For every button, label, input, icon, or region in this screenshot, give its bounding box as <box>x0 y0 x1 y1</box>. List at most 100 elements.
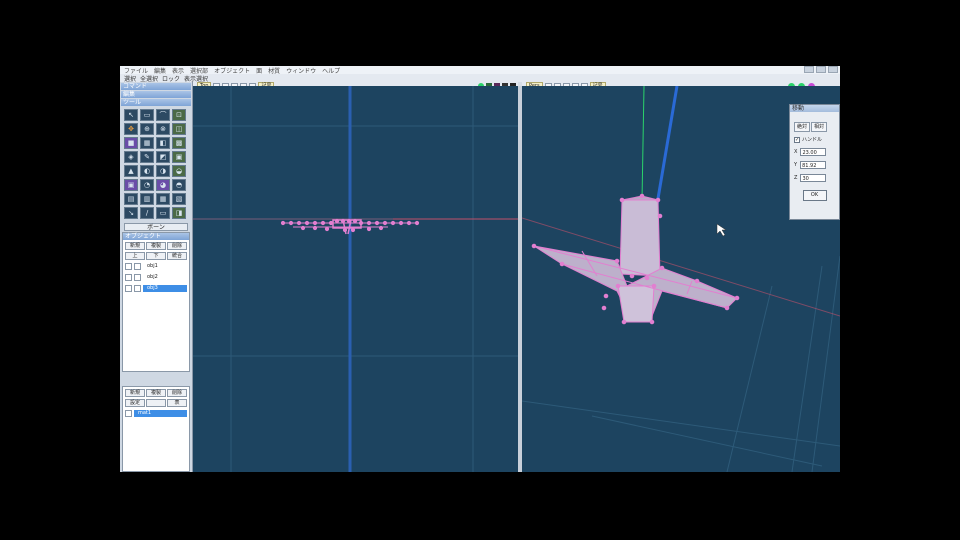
material-checkbox[interactable] <box>125 410 132 417</box>
x-axis-label: X <box>794 149 798 155</box>
selection-toolbar: 選択 全選択 ロック 表示選択 <box>120 74 840 83</box>
modeling-app-window: ファイル 編集 表示 選択部 オブジェクト 面 材質 ウィンドウ ヘルプ 選択 … <box>120 66 840 472</box>
object-down-button[interactable]: 下 <box>146 252 166 260</box>
handle-option[interactable]: ✓ ハンドル <box>794 136 835 143</box>
material-panel-buttons: 新規 複製 削除 <box>125 389 187 397</box>
object-duplicate-button[interactable]: 複製 <box>146 242 166 250</box>
draw-tool-icon[interactable]: ✎ <box>140 151 154 163</box>
visibility-checkbox[interactable] <box>125 263 132 270</box>
y-axis-label: Y <box>794 162 798 168</box>
rope-select-icon[interactable]: ⊡ <box>172 109 186 121</box>
section-tools[interactable]: ツール <box>121 99 191 106</box>
bone-button[interactable]: ボーン <box>124 223 188 231</box>
x-value-input[interactable]: 23.00 <box>800 148 827 156</box>
sphere-tool-icon[interactable]: ◔ <box>140 179 154 191</box>
grid-line <box>591 415 823 467</box>
create-face-icon[interactable]: ■ <box>124 137 138 149</box>
line-tool-icon[interactable]: / <box>140 207 154 219</box>
lock-checkbox[interactable] <box>134 263 141 270</box>
rect-select-icon[interactable]: ▭ <box>140 109 154 121</box>
lasso-select-icon[interactable]: ⌒ <box>156 109 170 121</box>
material-panel: 新規 複製 削除 設定 表 mat1 <box>122 386 190 472</box>
material-duplicate-button[interactable]: 複製 <box>146 389 166 397</box>
object-merge-button[interactable]: 統合 <box>167 252 187 260</box>
absolute-tab[interactable]: 絶対 <box>794 122 811 132</box>
mirror-tool-icon[interactable]: ◩ <box>156 151 170 163</box>
visibility-checkbox[interactable] <box>125 285 132 292</box>
object-up-button[interactable]: 上 <box>125 252 145 260</box>
close-button[interactable] <box>828 66 838 73</box>
move-dialog-title[interactable]: 移動 <box>790 105 839 112</box>
move-dialog-tabs: 絶対 相対 <box>794 122 837 132</box>
uv-tool-icon[interactable]: ▣ <box>172 151 186 163</box>
material-new-button[interactable]: 新規 <box>125 389 145 397</box>
handle-checkbox[interactable]: ✓ <box>794 136 800 143</box>
scale-tool-icon[interactable]: ⊗ <box>156 123 170 135</box>
lathe-tool-icon[interactable]: ◒ <box>172 165 186 177</box>
bevel-tool-icon[interactable]: ▩ <box>172 137 186 149</box>
plane-tool-icon[interactable]: ▥ <box>140 193 154 205</box>
frame-tool-icon[interactable]: ▭ <box>156 207 170 219</box>
object-panel: オブジェクト 新規 複製 削除 上 下 統合 obj1 obj2 obj3 <box>122 232 190 372</box>
material-settings-button[interactable]: 設定 <box>125 399 145 407</box>
material-name[interactable]: mat1 <box>134 410 187 417</box>
letterbox-right <box>840 0 960 540</box>
handle-label: ハンドル <box>802 137 823 143</box>
y-axis-line <box>641 86 645 202</box>
section-command[interactable]: コマンド <box>121 83 191 90</box>
cone-tool-icon[interactable]: ◓ <box>172 179 186 191</box>
material-delete-button[interactable]: 削除 <box>167 389 187 397</box>
magnet-tool-icon[interactable]: ◫ <box>172 123 186 135</box>
select-tool-icon[interactable]: ↖ <box>124 109 138 121</box>
relative-tab[interactable]: 相対 <box>811 122 828 132</box>
ok-button[interactable]: OK <box>802 190 827 201</box>
extrude-tool-icon[interactable]: ▲ <box>124 165 138 177</box>
material-row-selected[interactable]: mat1 <box>125 409 187 418</box>
object-row[interactable]: obj1 <box>125 262 187 271</box>
visibility-checkbox[interactable] <box>125 274 132 281</box>
primitive-tool-icon[interactable]: ▣ <box>124 179 138 191</box>
cylinder-tool-icon[interactable]: ◕ <box>156 179 170 191</box>
object-name[interactable]: obj3 <box>143 285 187 292</box>
lock-checkbox[interactable] <box>134 274 141 281</box>
rotate-tool-icon[interactable]: ⊕ <box>140 123 154 135</box>
menu-bar: ファイル 編集 表示 選択部 オブジェクト 面 材質 ウィンドウ ヘルプ <box>120 66 840 75</box>
object-delete-button[interactable]: 削除 <box>167 242 187 250</box>
tool-grid: ↖ ▭ ⌒ ⊡ ✥ ⊕ ⊗ ◫ ■ ▦ ◧ ▩ ◈ ✎ ◩ ▣ ▲ ◐ ◑ ◒ … <box>120 106 192 222</box>
y-value-input[interactable]: 81.92 <box>800 161 827 169</box>
z-value-input[interactable]: 30 <box>800 174 827 182</box>
move-tool-icon[interactable]: ✥ <box>124 123 138 135</box>
object-panel-title: オブジェクト <box>123 233 189 240</box>
edge-tool-icon[interactable]: ▦ <box>140 137 154 149</box>
object-name[interactable]: obj1 <box>143 263 187 270</box>
window-controls <box>804 66 838 73</box>
weld-tool-icon[interactable]: ◑ <box>156 165 170 177</box>
grid-tool-icon[interactable]: ▦ <box>156 193 170 205</box>
grid-line <box>726 285 773 472</box>
material-table-button[interactable]: 表 <box>167 399 187 407</box>
arrow-tool-icon[interactable]: ↘ <box>124 207 138 219</box>
object-row-selected[interactable]: obj3 <box>125 284 187 293</box>
maximize-button[interactable] <box>816 66 826 73</box>
top-viewport-canvas <box>193 86 518 472</box>
section-edit[interactable]: 編集 <box>121 91 191 98</box>
move-dialog: 移動 絶対 相対 ✓ ハンドル X 23.00 Y 81.92 Z 30 OK <box>789 104 840 220</box>
torus-tool-icon[interactable]: ▧ <box>172 193 186 205</box>
smooth-tool-icon[interactable]: ◐ <box>140 165 154 177</box>
object-row[interactable]: obj2 <box>125 273 187 282</box>
object-name[interactable]: obj2 <box>143 274 187 281</box>
paint-tool-icon[interactable]: ◈ <box>124 151 138 163</box>
minimize-button[interactable] <box>804 66 814 73</box>
top-viewport[interactable] <box>193 86 518 472</box>
object-new-button[interactable]: 新規 <box>125 242 145 250</box>
lock-checkbox[interactable] <box>134 285 141 292</box>
airplane-mesh <box>531 193 740 325</box>
box-tool-icon[interactable]: ▤ <box>124 193 138 205</box>
knife-tool-icon[interactable]: ◧ <box>156 137 170 149</box>
material-blank-button[interactable] <box>146 399 166 407</box>
panel-tool-icon[interactable]: ◨ <box>172 207 186 219</box>
object-panel-buttons-2: 上 下 統合 <box>125 252 187 260</box>
x-field-row: X 23.00 <box>794 148 835 156</box>
grid-line <box>522 400 840 447</box>
material-panel-buttons-2: 設定 表 <box>125 399 187 407</box>
